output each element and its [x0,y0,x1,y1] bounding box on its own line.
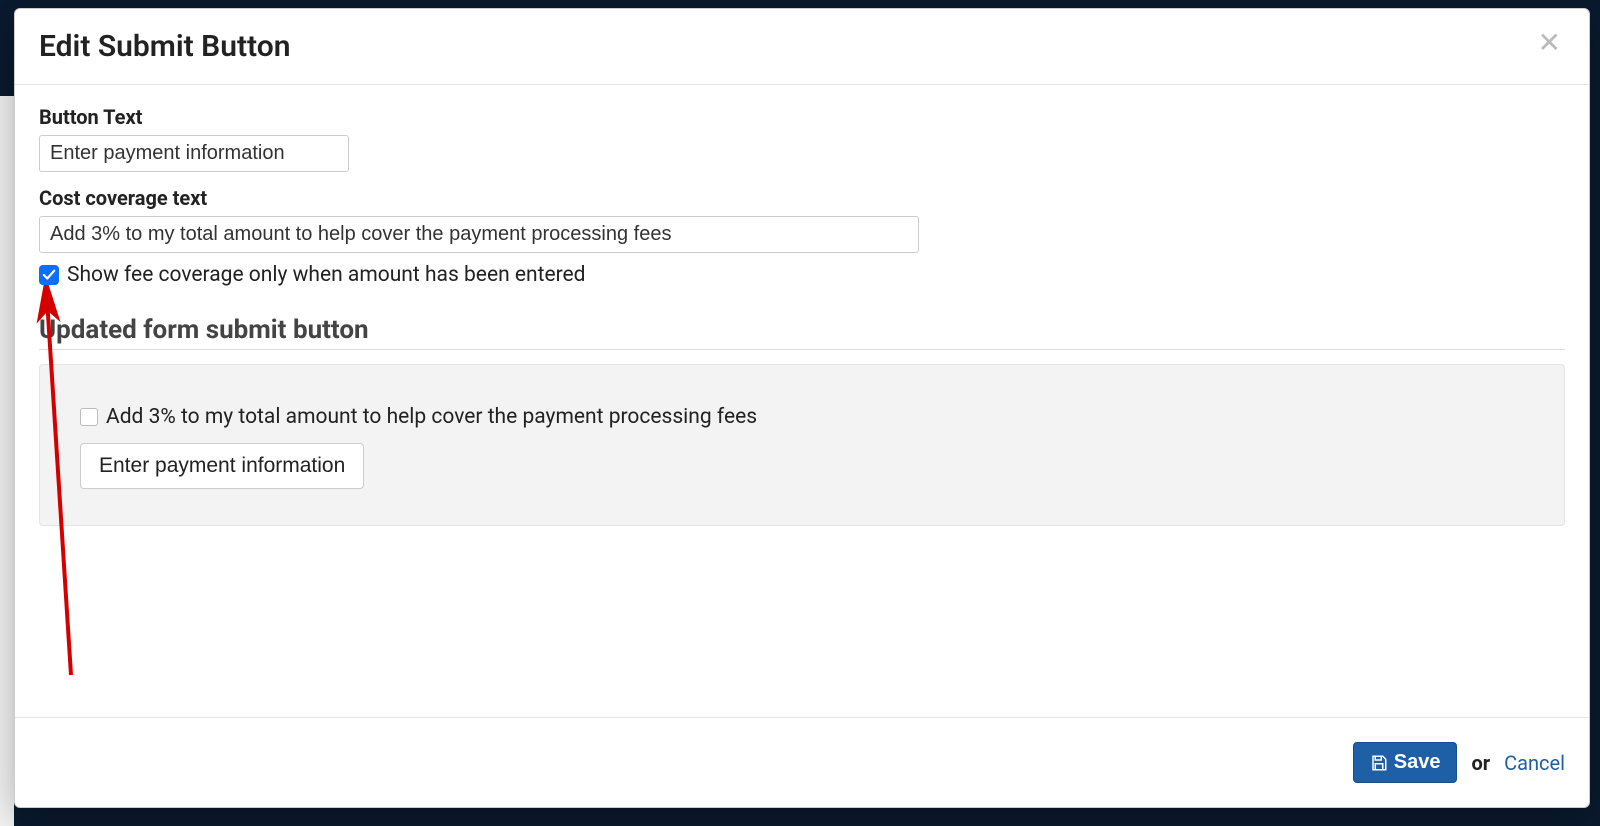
modal-title: Edit Submit Button [39,29,290,64]
cost-coverage-text-label: Cost coverage text [39,186,1565,210]
save-icon [1370,754,1388,772]
show-fee-coverage-label: Show fee coverage only when amount has b… [67,263,586,287]
background-page-fragment [0,96,14,826]
preview-box: Add 3% to my total amount to help cover … [39,364,1565,526]
check-icon [42,268,56,282]
button-text-label: Button Text [39,105,1565,129]
close-icon: ✕ [1538,27,1561,58]
preview-heading: Updated form submit button [39,315,1565,350]
preview-submit-button[interactable]: Enter payment information [80,443,364,489]
show-fee-coverage-row: Show fee coverage only when amount has b… [39,263,1565,287]
or-separator: or [1471,751,1490,775]
button-text-input[interactable] [39,135,349,172]
save-button-label: Save [1394,751,1441,774]
modal-footer: Save or Cancel [15,717,1589,807]
preview-fee-checkbox-label: Add 3% to my total amount to help cover … [106,405,757,429]
preview-checkbox-row: Add 3% to my total amount to help cover … [80,405,1524,429]
save-button[interactable]: Save [1353,742,1458,783]
preview-fee-checkbox[interactable] [80,408,98,426]
edit-submit-button-modal: Edit Submit Button ✕ Button Text Cost co… [14,8,1590,808]
cancel-link[interactable]: Cancel [1504,751,1565,775]
modal-header: Edit Submit Button ✕ [15,9,1589,85]
modal-body: Button Text Cost coverage text Show fee … [15,85,1589,717]
show-fee-coverage-checkbox[interactable] [39,265,59,285]
cost-coverage-text-input[interactable] [39,216,919,253]
close-button[interactable]: ✕ [1534,29,1565,57]
